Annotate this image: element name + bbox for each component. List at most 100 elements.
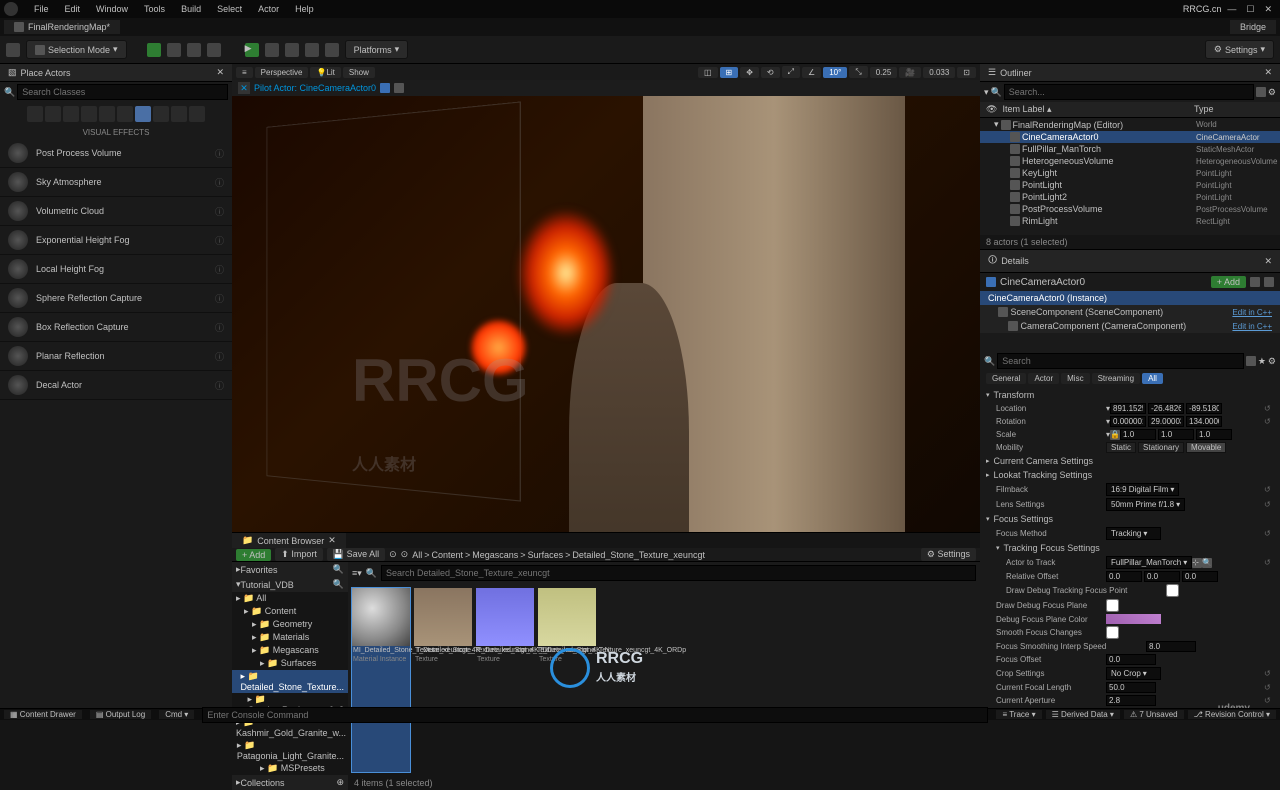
scale-y[interactable] — [1158, 429, 1194, 440]
lock-icon[interactable]: 🔒 — [1110, 430, 1120, 440]
place-actor-item[interactable]: Sphere Reflection Captureⓘ — [0, 284, 232, 313]
reset-icon[interactable]: ↺ — [1264, 558, 1274, 568]
settings-dropdown[interactable]: ⚙ Settings ▾ — [1205, 40, 1274, 59]
perspective-dropdown[interactable]: Perspective — [255, 67, 309, 78]
smooth-speed-input[interactable] — [1146, 641, 1196, 652]
rotation-z[interactable] — [1186, 416, 1222, 427]
place-actors-tab[interactable]: ▧ Place Actors ✕ — [0, 64, 232, 82]
draw-plane-checkbox[interactable] — [1106, 599, 1119, 612]
outliner-row[interactable]: KeyLightPointLight — [980, 167, 1280, 179]
outliner-row[interactable]: PostProcessVolumePostProcessVolume — [980, 203, 1280, 215]
cat-icon[interactable] — [81, 106, 97, 122]
tree-row[interactable]: ▸ 📁 Geometry — [232, 618, 348, 631]
pick-icon[interactable]: ⊹ — [1192, 558, 1202, 568]
menu-file[interactable]: File — [26, 4, 57, 14]
gear-icon[interactable]: ⚙ — [1268, 87, 1276, 98]
cat-icon[interactable] — [27, 106, 43, 122]
reset-icon[interactable]: ↺ — [1264, 529, 1274, 539]
show-dropdown[interactable]: Show — [343, 67, 375, 78]
place-actor-item[interactable]: Post Process Volumeⓘ — [0, 139, 232, 168]
lens-dropdown[interactable]: 50mm Prime f/1.8 ▾ — [1106, 498, 1185, 511]
filter-all[interactable]: All — [1142, 373, 1163, 384]
stop-icon[interactable] — [285, 43, 299, 57]
place-actor-item[interactable]: Box Reflection Captureⓘ — [0, 313, 232, 342]
revision-dropdown[interactable]: ⎇ Revision Control ▾ — [1188, 710, 1276, 719]
breadcrumb-item[interactable]: Detailed_Stone_Texture_xeuncgt — [572, 550, 705, 560]
level-tab[interactable]: FinalRenderingMap* — [4, 20, 120, 34]
eject-icon[interactable] — [325, 43, 339, 57]
cat-icon[interactable] — [63, 106, 79, 122]
component-camera[interactable]: CameraComponent (CameraComponent) Edit i… — [980, 319, 1280, 333]
snap-icon[interactable]: ◫ — [698, 67, 718, 78]
component-scene[interactable]: SceneComponent (SceneComponent) Edit in … — [980, 305, 1280, 319]
menu-window[interactable]: Window — [88, 4, 136, 14]
reset-icon[interactable]: ↺ — [1264, 404, 1274, 414]
place-actor-item[interactable]: Planar Reflectionⓘ — [0, 342, 232, 371]
outliner-row[interactable]: PointLightPointLight — [980, 179, 1280, 191]
favorite-icon[interactable]: ★ — [1258, 356, 1266, 367]
chevron-down-icon[interactable]: ▾ — [984, 87, 989, 98]
folder-new-icon[interactable] — [1256, 87, 1266, 97]
menu-help[interactable]: Help — [287, 4, 322, 14]
snap-grid-icon[interactable]: ⊞ — [720, 67, 739, 78]
place-actor-item[interactable]: Local Height Fogⓘ — [0, 255, 232, 284]
trace-dropdown[interactable]: ≡ Trace ▾ — [996, 710, 1041, 719]
reset-icon[interactable]: ↺ — [1264, 485, 1274, 495]
breadcrumb-item[interactable]: Surfaces — [528, 550, 564, 560]
off-x[interactable] — [1106, 571, 1142, 582]
breadcrumb-item[interactable]: All — [412, 550, 422, 560]
section-tracking-focus[interactable]: Tracking Focus Settings — [980, 541, 1280, 555]
transform-move-icon[interactable]: ✥ — [740, 67, 759, 78]
bridge-tab[interactable]: Bridge — [1230, 20, 1276, 34]
lit-dropdown[interactable]: 💡Lit — [310, 67, 340, 78]
off-z[interactable] — [1182, 571, 1218, 582]
favorites-header[interactable]: ▸ Favorites🔍 — [232, 562, 348, 577]
place-actor-item[interactable]: Volumetric Cloudⓘ — [0, 197, 232, 226]
asset-thumbnail[interactable]: T_Detailed_Stone_Texture_xeuncgt_4K_DTex… — [414, 588, 472, 772]
cat-icon-vfx[interactable] — [135, 106, 151, 122]
collections-header[interactable]: ▸ Collections⊕ — [232, 775, 348, 790]
cam-speed-icon[interactable]: 🎥 — [899, 67, 921, 78]
section-camera-settings[interactable]: Current Camera Settings — [980, 454, 1280, 468]
nav-fwd-icon[interactable]: ⊙ — [401, 549, 409, 560]
content-drawer-button[interactable]: ▦ Content Drawer — [4, 710, 82, 719]
browse-icon[interactable]: 🔍 — [1202, 558, 1212, 568]
outliner-search[interactable] — [1004, 84, 1254, 100]
mobility-movable[interactable]: Movable — [1186, 442, 1226, 453]
reset-icon[interactable]: ↺ — [1264, 669, 1274, 679]
location-x[interactable] — [1110, 403, 1146, 414]
maximize-vp-icon[interactable]: ⊡ — [957, 67, 976, 78]
menu-select[interactable]: Select — [209, 4, 250, 14]
cat-icon[interactable] — [45, 106, 61, 122]
outliner-row[interactable]: PointLight2PointLight — [980, 191, 1280, 203]
cat-icon[interactable] — [99, 106, 115, 122]
derived-data-dropdown[interactable]: ☰ Derived Data ▾ — [1046, 710, 1120, 719]
outliner-row[interactable]: RimLightRectLight — [980, 215, 1280, 227]
hierarchy-icon[interactable] — [1250, 277, 1260, 287]
cb-add-button[interactable]: + Add — [236, 549, 271, 561]
play-icon[interactable]: ▶ — [245, 43, 259, 57]
place-actor-item[interactable]: Sky Atmosphereⓘ — [0, 168, 232, 197]
search-icon[interactable]: 🔍 — [333, 579, 344, 590]
place-actor-item[interactable]: Exponential Height Fogⓘ — [0, 226, 232, 255]
rotation-y[interactable] — [1148, 416, 1184, 427]
filter-icon[interactable]: ≡▾ — [352, 568, 362, 579]
section-lookat-tracking[interactable]: Lookat Tracking Settings — [980, 468, 1280, 482]
add-content-icon[interactable] — [147, 43, 161, 57]
cb-import-button[interactable]: ⬆ Import — [275, 548, 323, 561]
actor-track-dropdown[interactable]: FullPillar_ManTorch ▾ — [1106, 556, 1192, 569]
selection-mode-dropdown[interactable]: Selection Mode ▾ — [26, 40, 127, 59]
focus-method-dropdown[interactable]: Tracking ▾ — [1106, 527, 1161, 540]
filter-general[interactable]: General — [986, 373, 1026, 384]
cb-search-input[interactable] — [381, 565, 976, 581]
filter-streaming[interactable]: Streaming — [1092, 373, 1140, 384]
outliner-row[interactable]: CineCameraActor0CineCameraActor — [980, 131, 1280, 143]
filter-actor[interactable]: Actor — [1028, 373, 1059, 384]
focal-length-input[interactable] — [1106, 682, 1156, 693]
save-icon[interactable] — [6, 43, 20, 57]
asset-thumbnail[interactable]: MI_Detailed_Stone_Texture_xeuncgt_4KMate… — [352, 588, 410, 772]
add-component-button[interactable]: + Add — [1211, 276, 1246, 288]
marketplace-icon[interactable] — [167, 43, 181, 57]
close-tab-icon[interactable]: ✕ — [328, 535, 336, 546]
edit-cpp-link[interactable]: Edit in C++ — [1232, 308, 1272, 317]
